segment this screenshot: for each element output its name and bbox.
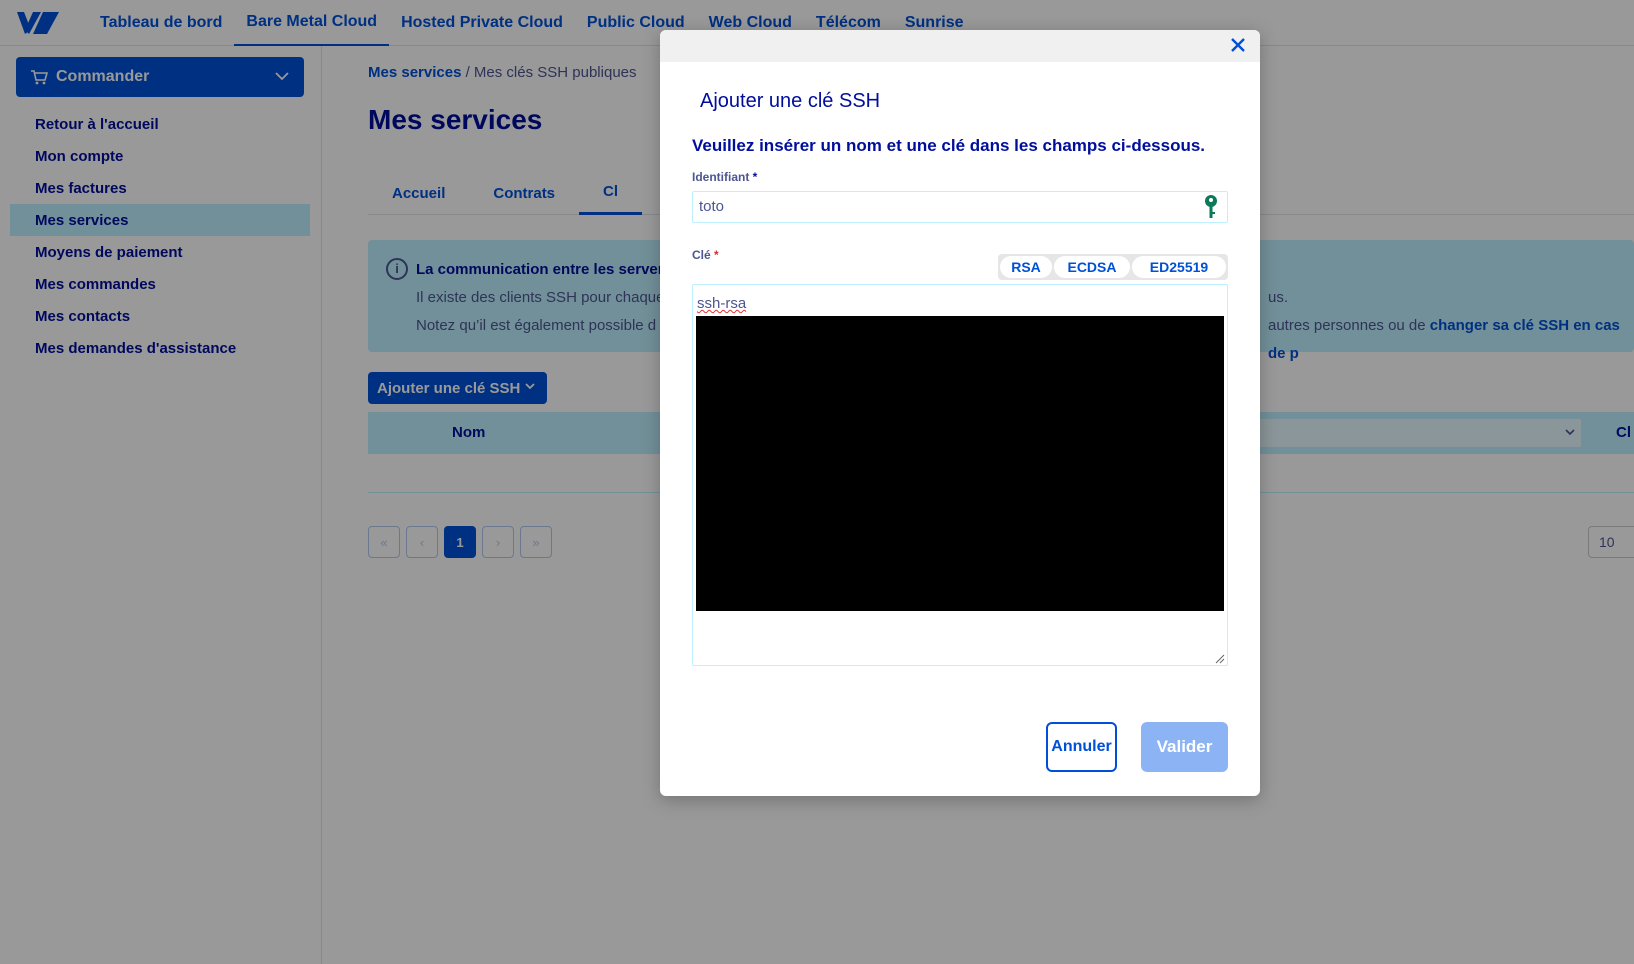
key-type-ed25519[interactable]: ED25519 xyxy=(1132,256,1226,278)
key-textarea-value: ssh-rsa xyxy=(697,295,747,312)
key-type-selector: RSA ECDSA ED25519 xyxy=(998,254,1228,280)
modal-title: Ajouter une clé SSH xyxy=(700,90,881,112)
identifier-label-text: Identifiant xyxy=(692,170,750,184)
close-icon[interactable] xyxy=(1226,33,1250,57)
identifier-input[interactable]: toto xyxy=(692,191,1228,223)
modal-description: Veuillez insérer un nom et une clé dans … xyxy=(692,136,1206,155)
resize-grip-icon[interactable] xyxy=(1213,651,1225,664)
key-type-rsa[interactable]: RSA xyxy=(1000,256,1052,278)
cancel-button[interactable]: Annuler xyxy=(1046,722,1117,772)
key-type-ecdsa[interactable]: ECDSA xyxy=(1054,256,1130,278)
modal-header xyxy=(660,30,1260,62)
key-textarea[interactable]: ssh-rsa xyxy=(692,284,1228,666)
key-label-text: Clé xyxy=(692,248,711,262)
key-label: Clé * xyxy=(692,248,719,262)
required-marker: * xyxy=(752,170,758,184)
add-ssh-key-modal: Ajouter une clé SSH Veuillez insérer un … xyxy=(660,30,1260,796)
submit-button[interactable]: Valider xyxy=(1141,722,1228,772)
identifier-label: Identifiant * xyxy=(692,170,757,184)
required-marker: * xyxy=(714,248,719,262)
redacted-region xyxy=(696,316,1224,611)
key-icon xyxy=(1202,194,1220,220)
